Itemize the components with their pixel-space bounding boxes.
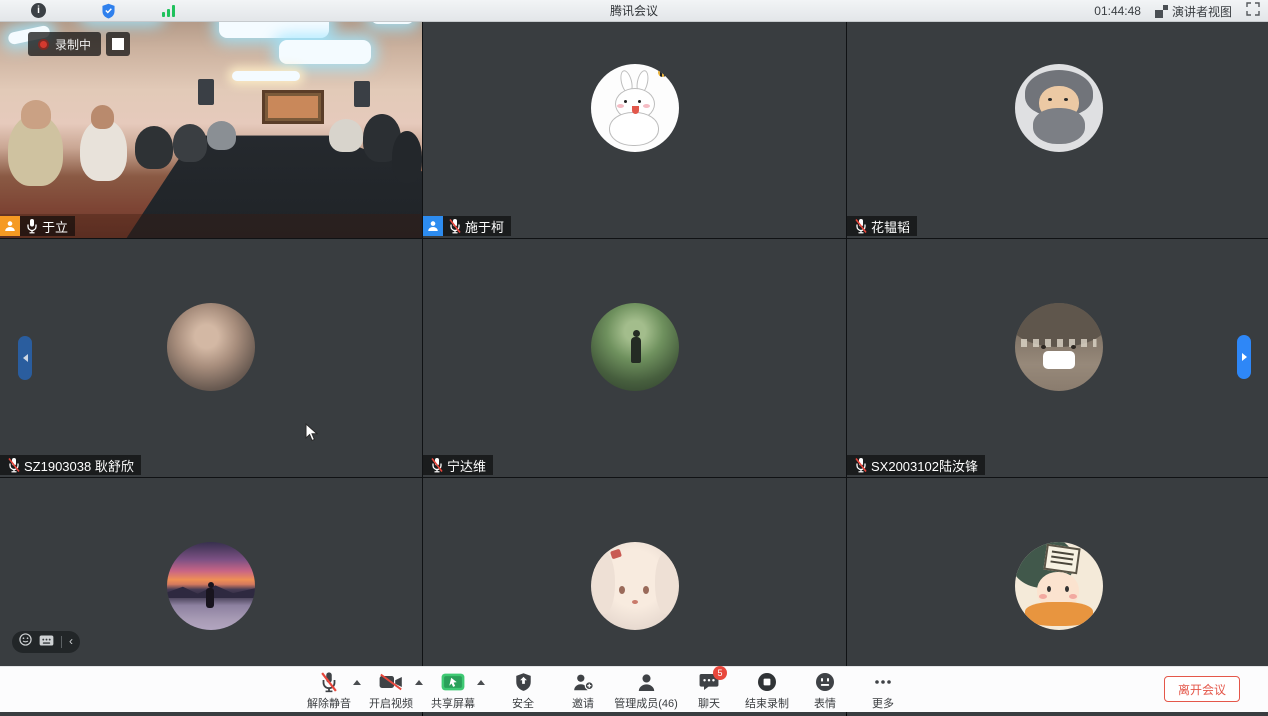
chat-unread-badge: 5 — [713, 666, 727, 680]
avatar — [1015, 303, 1103, 391]
participant-label: 宁达维 — [423, 455, 493, 475]
network-signal-icon[interactable] — [162, 4, 175, 17]
stop-recording-icon — [757, 671, 777, 693]
mic-on-icon — [24, 218, 40, 234]
participant-name: SX2003102陆汝锋 — [871, 456, 978, 475]
window-title: 腾讯会议 — [0, 2, 1268, 19]
toolbar-label: 更多 — [872, 695, 894, 711]
camera-off-icon — [379, 671, 403, 693]
toolbar-label: 聊天 — [698, 695, 720, 711]
toolbar-label: 解除静音 — [307, 695, 351, 711]
video-tile[interactable]: 宁达维 — [423, 239, 846, 477]
participant-label: 花韫韬 — [847, 216, 917, 236]
mic-muted-icon — [853, 218, 869, 234]
collapse-chevron-icon[interactable]: ‹ — [69, 635, 73, 647]
fullscreen-button[interactable] — [1246, 2, 1260, 21]
stop-recording-button[interactable]: 结束录制 — [741, 671, 793, 711]
recording-label: 录制中 — [55, 36, 91, 53]
more-icon — [873, 671, 893, 693]
host-badge-icon — [0, 216, 20, 236]
participant-label: 于立 — [0, 216, 75, 236]
participant-name: SZ1903038 耿舒欣 — [24, 456, 134, 475]
bee-icon — [658, 68, 667, 77]
mic-muted-icon — [853, 457, 869, 473]
security-shield-icon[interactable] — [101, 3, 116, 24]
reactions-button[interactable]: 表情 — [799, 671, 851, 711]
video-tile[interactable]: 花韫韬 — [847, 0, 1268, 238]
avatar — [591, 303, 679, 391]
chat-button[interactable]: 5 聊天 — [683, 671, 735, 711]
toolbar-label: 结束录制 — [745, 695, 789, 711]
video-tile[interactable]: SZ1903038 耿舒欣 — [0, 239, 422, 477]
avatar — [167, 303, 255, 391]
invite-icon — [572, 671, 594, 693]
toolbar-label: 邀请 — [572, 695, 594, 711]
toolbar-label: 安全 — [512, 695, 534, 711]
window-titlebar: 腾讯会议 i 01:44:48 演讲者视图 — [0, 0, 1268, 22]
meeting-timer: 01:44:48 — [1094, 4, 1141, 18]
avatar — [167, 542, 255, 630]
more-button[interactable]: 更多 — [857, 671, 909, 711]
stop-square-icon — [112, 38, 124, 50]
security-icon — [515, 671, 532, 693]
prev-page-arrow[interactable] — [18, 336, 32, 380]
recording-status: 录制中 — [28, 32, 101, 56]
speaker-view-label: 演讲者视图 — [1172, 3, 1232, 20]
mic-muted-icon — [6, 457, 22, 473]
mouse-cursor — [305, 423, 318, 442]
security-button[interactable]: 安全 — [497, 671, 549, 711]
mic-muted-icon — [319, 671, 339, 693]
start-video-button[interactable]: 开启视频 — [365, 671, 417, 711]
invite-button[interactable]: 邀请 — [557, 671, 609, 711]
toolbar-label: 管理成员(46) — [614, 695, 678, 711]
emoji-icon[interactable] — [19, 633, 32, 651]
manage-members-button[interactable]: 管理成员(46) — [609, 671, 683, 711]
participant-name: 花韫韬 — [871, 217, 910, 236]
video-tile[interactable]: SX2003102陆汝锋 — [847, 239, 1268, 477]
keyboard-icon[interactable] — [39, 633, 54, 651]
video-tile[interactable]: 录制中 于立 — [0, 0, 422, 238]
participant-name: 于立 — [42, 217, 68, 236]
toolbar-label: 共享屏幕 — [431, 695, 475, 711]
speaker-view-button[interactable]: 演讲者视图 — [1155, 3, 1232, 20]
participant-label: SZ1903038 耿舒欣 — [0, 455, 141, 475]
bottom-toolbar: 解除静音 开启视频 共享屏幕 安全 邀请 — [0, 666, 1268, 712]
participant-name: 宁达维 — [447, 456, 486, 475]
reactions-icon — [815, 671, 835, 693]
participant-label: 施于柯 — [423, 216, 511, 236]
leave-meeting-button[interactable]: 离开会议 — [1164, 676, 1240, 702]
chat-icon: 5 — [699, 671, 719, 693]
participant-label: SX2003102陆汝锋 — [847, 455, 985, 475]
avatar — [591, 542, 679, 630]
info-icon[interactable]: i — [31, 3, 46, 18]
recording-indicator: 录制中 — [28, 32, 130, 56]
share-screen-button[interactable]: 共享屏幕 — [427, 671, 479, 711]
video-grid: 录制中 于立 — [0, 0, 1268, 714]
mic-muted-icon — [429, 457, 445, 473]
quick-reaction-bar: ‹ — [12, 631, 80, 653]
avatar — [591, 64, 679, 152]
video-tile[interactable]: 施于柯 — [423, 0, 846, 238]
avatar — [1015, 64, 1103, 152]
toolbar-label: 表情 — [814, 695, 836, 711]
next-page-arrow[interactable] — [1237, 335, 1251, 379]
participant-name: 施于柯 — [465, 217, 504, 236]
members-icon — [637, 671, 656, 693]
mic-muted-icon — [447, 218, 463, 234]
member-badge-icon — [423, 216, 443, 236]
speaker-layout-icon — [1155, 5, 1168, 18]
avatar — [1015, 542, 1103, 630]
share-screen-icon — [441, 671, 465, 693]
stop-recording-button[interactable] — [106, 32, 130, 56]
toolbar-label: 开启视频 — [369, 695, 413, 711]
recording-dot-icon — [38, 39, 49, 50]
unmute-button[interactable]: 解除静音 — [303, 671, 355, 711]
